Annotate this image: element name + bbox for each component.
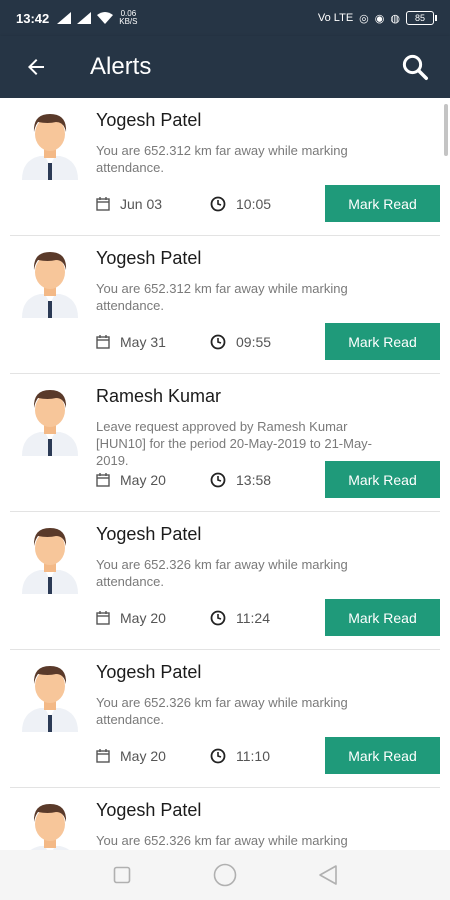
- network-speed-unit: KB/S: [119, 17, 138, 26]
- volte-label: Vo LTE: [317, 12, 354, 24]
- arrow-left-icon: [28, 59, 44, 75]
- calendar-icon: [96, 197, 110, 211]
- alert-message: You are 652.326 km far away while markin…: [96, 695, 348, 727]
- triangle-back-icon: [319, 865, 338, 885]
- mark-read-button[interactable]: Mark Read: [325, 185, 440, 222]
- search-button[interactable]: [380, 36, 450, 98]
- alert-name: Yogesh Patel: [96, 800, 202, 820]
- search-icon: [402, 54, 428, 80]
- alert-date: May 20: [120, 748, 166, 764]
- avatar-icon: [22, 390, 78, 456]
- signal-icon: [57, 12, 72, 24]
- alert-name: Yogesh Patel: [96, 110, 202, 130]
- alert-date: Jun 03: [120, 196, 163, 212]
- avatar-icon: [22, 252, 78, 318]
- wifi-icon: [97, 12, 114, 24]
- status-bar: 13:42 0.06 KB/S Vo LTE ◎ ◉ ◍ 85: [0, 0, 450, 36]
- home-button[interactable]: [205, 855, 245, 895]
- alert-item[interactable]: Yogesh Patel You are 652.312 km far away…: [10, 236, 440, 374]
- mark-read-button[interactable]: Mark Read: [325, 599, 440, 636]
- alert-time: 11:24: [236, 610, 270, 626]
- alert-date: May 20: [120, 610, 166, 626]
- alert-item[interactable]: Yogesh Patel You are 652.326 km far away…: [10, 788, 440, 850]
- alert-item[interactable]: Yogesh Patel You are 652.312 km far away…: [10, 98, 440, 236]
- alert-item[interactable]: Yogesh Patel You are 652.326 km far away…: [10, 512, 440, 650]
- scrollbar[interactable]: [444, 104, 448, 156]
- avatar-icon: [22, 528, 78, 594]
- back-button[interactable]: [0, 36, 72, 98]
- alert-date: May 31: [120, 334, 166, 350]
- clock-icon: [210, 610, 226, 626]
- calendar-icon: [96, 335, 110, 349]
- alert-message: You are 652.312 km far away while markin…: [96, 143, 348, 175]
- circle-icon: [213, 863, 237, 887]
- avatar-icon: [30, 804, 70, 850]
- calendar-icon: [96, 749, 110, 763]
- mark-read-button[interactable]: Mark Read: [325, 323, 440, 360]
- avatar-icon: [22, 666, 78, 732]
- battery-icon: 85: [406, 11, 437, 25]
- alert-time: 11:10: [236, 748, 270, 764]
- mark-read-button[interactable]: Mark Read: [325, 461, 440, 498]
- alert-date: May 20: [120, 472, 166, 488]
- alert-message: You are 652.326 km far away while markin…: [96, 557, 348, 589]
- alert-time: 13:58: [236, 472, 272, 488]
- avatar-icon: [22, 114, 78, 180]
- clock-icon: [210, 196, 226, 212]
- notification-icon: ◍: [390, 12, 400, 25]
- app-bar: Alerts: [0, 36, 450, 98]
- alert-time: 09:55: [236, 334, 272, 350]
- alert-message: You are 652.312 km far away while markin…: [96, 281, 348, 313]
- alert-item[interactable]: Yogesh Patel You are 652.326 km far away…: [10, 650, 440, 788]
- system-nav-bar: [0, 850, 450, 900]
- location-icon: ◉: [374, 12, 385, 25]
- status-time: 13:42: [16, 10, 50, 26]
- alert-item[interactable]: Ramesh Kumar Leave request approved by R…: [10, 374, 440, 512]
- square-icon: [113, 866, 130, 884]
- alert-name: Yogesh Patel: [96, 662, 202, 682]
- alert-name: Yogesh Patel: [96, 524, 202, 544]
- page-title: Alerts: [90, 53, 152, 80]
- calendar-icon: [96, 611, 110, 625]
- mark-read-button[interactable]: Mark Read: [325, 737, 440, 774]
- alert-message: You are 652.326 km far away while markin…: [96, 833, 348, 848]
- alert-time: 10:05: [236, 196, 272, 212]
- signal-icon: [77, 12, 92, 24]
- back-nav-button[interactable]: [308, 855, 348, 895]
- alerts-list[interactable]: Yogesh Patel You are 652.312 km far away…: [0, 98, 450, 850]
- recent-apps-button[interactable]: [102, 855, 142, 895]
- alert-name: Yogesh Patel: [96, 248, 202, 268]
- clock-icon: [210, 748, 226, 764]
- alert-name: Ramesh Kumar: [96, 386, 222, 406]
- battery-level: 85: [414, 13, 425, 23]
- clock-icon: [210, 334, 226, 350]
- clock-icon: [210, 472, 226, 488]
- whatsapp-icon: ◎: [359, 12, 369, 25]
- calendar-icon: [96, 473, 110, 487]
